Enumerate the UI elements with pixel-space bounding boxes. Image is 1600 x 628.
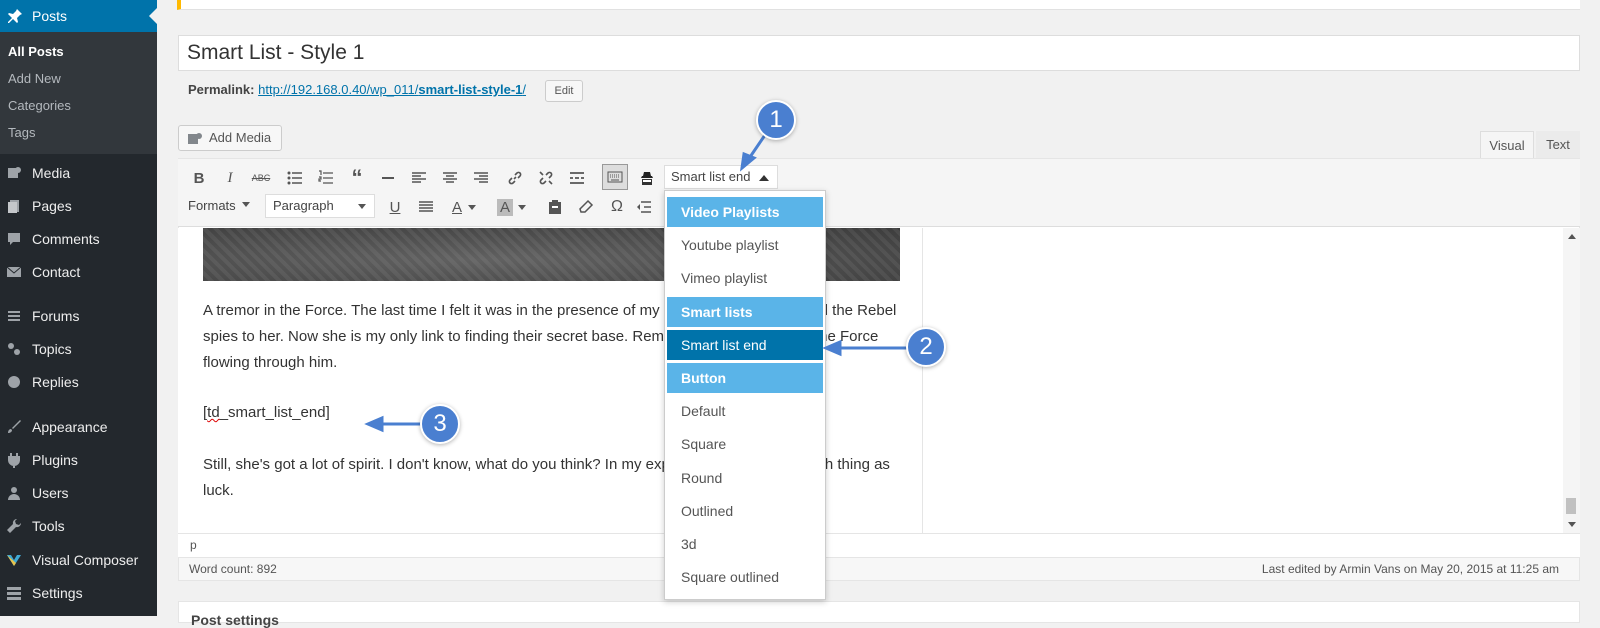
arrow-3-head: [364, 415, 384, 433]
callout-3: 3: [420, 404, 460, 444]
callout-2: 2: [906, 327, 946, 367]
annotation-arrows: [364, 134, 910, 433]
arrow-1-head: [739, 151, 757, 172]
arrow-2-head: [822, 339, 842, 357]
callout-1: 1: [756, 100, 796, 140]
